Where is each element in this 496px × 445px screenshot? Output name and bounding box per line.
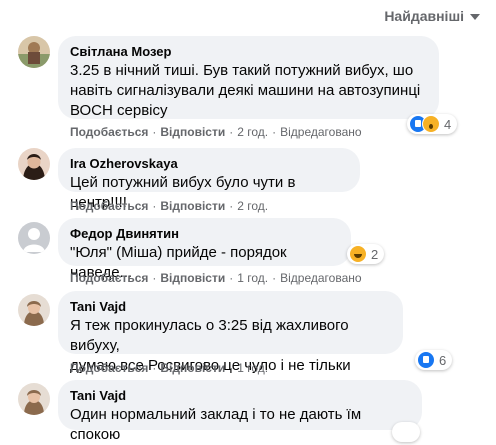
separator: · bbox=[152, 361, 157, 375]
separator: · bbox=[229, 199, 234, 213]
comment-text-line: 3.25 в нічний тиші. Був такий потужний в… bbox=[70, 62, 414, 79]
separator: · bbox=[152, 199, 157, 213]
wow-icon bbox=[422, 115, 440, 133]
reaction-count: 6 bbox=[439, 352, 447, 368]
timestamp[interactable]: 2 год. bbox=[237, 125, 268, 139]
comment-bubble: Tani Vajd Я теж прокинулась о 3:25 від ж… bbox=[58, 291, 403, 374]
separator: · bbox=[152, 125, 157, 139]
reply-button[interactable]: Відповісти bbox=[160, 271, 225, 285]
reaction-count: 2 bbox=[371, 246, 379, 262]
comment-actions: Подобається · Відповісти · 2 год. · Відредагов… bbox=[70, 125, 362, 139]
sort-label: Найдавніші bbox=[384, 8, 464, 24]
comment-bubble: Федор Двинятин "Юля" (Міша) прийде - пор… bbox=[58, 218, 351, 281]
reply-button[interactable]: Відповісти bbox=[160, 361, 225, 375]
like-button[interactable]: Подобається bbox=[70, 125, 148, 139]
comment-actions: Подобається · Відповісти · 2 год. bbox=[70, 199, 268, 213]
timestamp[interactable]: 1 год. bbox=[237, 271, 268, 285]
comment-bubble: Tani Vajd Один нормальний заклад і то не… bbox=[58, 380, 422, 443]
comment-bubble: Світлана Мозер 3.25 в нічний тиші. Був т… bbox=[58, 36, 439, 119]
comment-author[interactable]: Світлана Мозер bbox=[70, 43, 427, 60]
avatar[interactable] bbox=[18, 222, 50, 254]
reaction-summary[interactable]: 4 bbox=[407, 114, 458, 134]
separator: · bbox=[272, 125, 277, 139]
comment-author[interactable]: Tani Vajd bbox=[70, 387, 410, 404]
comment-author[interactable]: Tani Vajd bbox=[70, 298, 391, 315]
chevron-down-icon bbox=[470, 14, 480, 20]
separator: · bbox=[229, 125, 234, 139]
comment-text-line: Я теж прокинулась о 3:25 від жахливого в… bbox=[70, 317, 349, 354]
comment-actions: Подобається · Відповісти · 1 год. · Відредагов… bbox=[70, 271, 362, 285]
separator: · bbox=[229, 271, 234, 285]
comment-text-line: Один нормальний заклад і то не дають їм … bbox=[70, 406, 362, 443]
comment-text-line: ВОСН сервісу bbox=[70, 102, 168, 119]
comment-actions: Подобається · Відповісти · 1 год. bbox=[70, 361, 268, 375]
avatar[interactable] bbox=[18, 383, 50, 415]
reaction-summary[interactable] bbox=[392, 422, 420, 442]
reply-button[interactable]: Відповісти bbox=[160, 199, 225, 213]
like-button[interactable]: Подобається bbox=[70, 271, 148, 285]
comment-bubble: Ira Ozherovskaya Цей потужний вибух було… bbox=[58, 148, 360, 211]
avatar[interactable] bbox=[18, 148, 50, 180]
separator: · bbox=[229, 361, 234, 375]
edited-label[interactable]: Відредаговано bbox=[280, 125, 361, 139]
edited-label[interactable]: Відредаговано bbox=[280, 271, 361, 285]
reaction-count: 4 bbox=[444, 116, 452, 132]
reaction-summary[interactable]: 6 bbox=[415, 350, 453, 370]
avatar[interactable] bbox=[18, 36, 50, 68]
separator: · bbox=[272, 271, 277, 285]
reaction-summary[interactable]: 2 bbox=[347, 244, 385, 264]
sort-dropdown[interactable]: Найдавніші bbox=[384, 8, 480, 24]
timestamp[interactable]: 2 год. bbox=[237, 199, 268, 213]
reply-button[interactable]: Відповісти bbox=[160, 125, 225, 139]
comment-text-line: навіть сигналізували деякі машини на авт… bbox=[70, 82, 421, 99]
like-button[interactable]: Подобається bbox=[70, 361, 148, 375]
like-icon bbox=[417, 351, 435, 369]
avatar[interactable] bbox=[18, 294, 50, 326]
separator: · bbox=[152, 271, 157, 285]
haha-icon bbox=[349, 245, 367, 263]
comment-author[interactable]: Ira Ozherovskaya bbox=[70, 155, 348, 172]
timestamp[interactable]: 1 год. bbox=[237, 361, 268, 375]
comment-author[interactable]: Федор Двинятин bbox=[70, 225, 339, 242]
like-button[interactable]: Подобається bbox=[70, 199, 148, 213]
